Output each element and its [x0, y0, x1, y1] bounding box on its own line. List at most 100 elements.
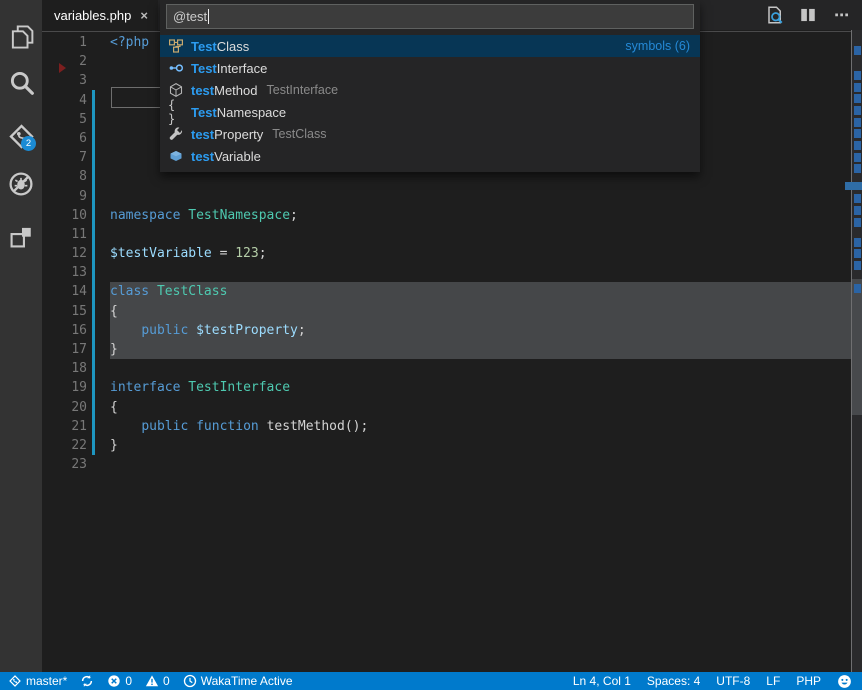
code-line-19[interactable]: 19interface TestInterface — [42, 378, 862, 397]
overview-ruler-selected-mark — [845, 182, 862, 190]
sync-icon — [80, 674, 94, 688]
quickopen-item-testnamespace[interactable]: { } TestNamespace — [160, 101, 700, 123]
code-line-17[interactable]: 17} — [42, 340, 862, 359]
close-icon[interactable]: × — [140, 9, 148, 22]
tab-variables-php[interactable]: variables.php × — [42, 0, 158, 30]
line-number: 7 — [42, 148, 87, 167]
line-number: 23 — [42, 455, 87, 474]
line-content — [87, 455, 110, 474]
code-line-13[interactable]: 13 — [42, 263, 862, 282]
symbol-method-icon — [168, 82, 184, 98]
split-editor-icon — [799, 6, 817, 24]
code-line-20[interactable]: 20{ — [42, 398, 862, 417]
quickopen-item-testinterface[interactable]: TestInterface — [160, 57, 700, 79]
line-number: 14 — [42, 282, 87, 301]
code-line-11[interactable]: 11 — [42, 225, 862, 244]
statusbar-warnings[interactable]: 0 — [145, 674, 170, 688]
line-number: 19 — [42, 378, 87, 397]
scm-pending-changes-badge: 2 — [21, 136, 36, 151]
line-content — [87, 263, 110, 282]
statusbar-indentation[interactable]: Spaces: 4 — [647, 674, 700, 688]
symbol-property-icon — [168, 126, 184, 142]
editor-actions: ⋯ — [762, 0, 858, 30]
split-editor-button[interactable] — [796, 3, 820, 27]
statusbar-git-branch[interactable]: master* — [8, 674, 67, 688]
overview-ruler-mark — [854, 129, 861, 138]
code-line-21[interactable]: 21 public function testMethod(); — [42, 417, 862, 436]
status-bar-left: master* 00 WakaTime Active — [0, 674, 293, 688]
symbol-name: testMethod — [191, 83, 258, 98]
explorer-icon — [8, 24, 34, 50]
status-bar: master* 00 WakaTime Active Ln 4, Col 1 Spac… — [0, 672, 862, 690]
quickopen-item-testmethod[interactable]: testMethodTestInterface — [160, 79, 700, 101]
statusbar-eol[interactable]: LF — [766, 674, 780, 688]
line-number: 15 — [42, 302, 87, 321]
code-line-22[interactable]: 22} — [42, 436, 862, 455]
overview-ruler-mark — [854, 106, 861, 115]
overview-ruler-mark — [854, 206, 861, 215]
code-line-10[interactable]: 10namespace TestNamespace; — [42, 206, 862, 225]
activitybar-item-extensions[interactable] — [0, 220, 42, 254]
statusbar-indentation-label: Spaces: 4 — [647, 674, 700, 688]
line-content: { — [87, 398, 118, 417]
quickopen-results-list: TestClasssymbols (6)TestInterfacetestMet… — [160, 35, 700, 167]
quick-open-widget: @test TestClasssymbols (6)TestInterfacet… — [160, 0, 700, 172]
symbol-name: TestNamespace — [191, 105, 286, 120]
statusbar-language-mode[interactable]: PHP — [796, 674, 821, 688]
activitybar-item-debug[interactable] — [0, 167, 42, 201]
text-cursor — [208, 9, 209, 24]
line-content: } — [87, 436, 118, 455]
activitybar-item-explorer[interactable] — [0, 20, 42, 54]
code-line-23[interactable]: 23 — [42, 455, 862, 474]
line-number: 12 — [42, 244, 87, 263]
line-content — [87, 148, 110, 167]
line-number: 21 — [42, 417, 87, 436]
wakatime-icon — [183, 674, 197, 688]
code-line-16[interactable]: 16 public $testProperty; — [42, 321, 862, 340]
quickopen-item-testvariable[interactable]: testVariable — [160, 145, 700, 167]
line-number: 11 — [42, 225, 87, 244]
quickopen-input[interactable]: @test — [166, 4, 694, 29]
line-number: 22 — [42, 436, 87, 455]
line-content — [87, 71, 110, 90]
line-number: 9 — [42, 187, 87, 206]
statusbar-sync[interactable] — [80, 674, 94, 688]
line-content: public function testMethod(); — [87, 417, 368, 436]
open-preview-button[interactable] — [762, 3, 786, 27]
statusbar-git-branch-label: master* — [26, 674, 67, 688]
line-content: { — [87, 302, 118, 321]
more-actions-button[interactable]: ⋯ — [830, 3, 854, 27]
statusbar-encoding-label: UTF-8 — [716, 674, 750, 688]
statusbar-language-mode-label: PHP — [796, 674, 821, 688]
statusbar-errors[interactable]: 0 — [107, 674, 132, 688]
overview-ruler-mark — [854, 164, 861, 173]
overview-ruler-mark — [854, 194, 861, 203]
symbol-name: testVariable — [191, 149, 261, 164]
tab-label: variables.php — [54, 8, 131, 23]
code-line-15[interactable]: 15{ — [42, 302, 862, 321]
scrollbar-slider[interactable] — [852, 279, 862, 415]
overview-ruler-mark — [854, 118, 861, 127]
code-line-14[interactable]: 14class TestClass — [42, 282, 862, 301]
line-number: 17 — [42, 340, 87, 359]
overview-ruler-mark — [854, 284, 861, 293]
activitybar-item-source-control[interactable]: 2 — [0, 119, 42, 153]
statusbar-encoding[interactable]: UTF-8 — [716, 674, 750, 688]
statusbar-feedback[interactable] — [837, 674, 852, 689]
overview-ruler-mark — [854, 261, 861, 270]
activitybar-item-search[interactable] — [0, 65, 42, 99]
statusbar-wakatime[interactable]: WakaTime Active — [183, 674, 293, 688]
statusbar-cursor-position[interactable]: Ln 4, Col 1 — [573, 674, 631, 688]
line-number: 4 — [42, 91, 87, 110]
namespace-icon: { } — [168, 104, 184, 120]
line-content — [87, 225, 110, 244]
line-number: 1 — [42, 33, 87, 52]
line-number: 6 — [42, 129, 87, 148]
code-line-18[interactable]: 18 — [42, 359, 862, 378]
code-line-9[interactable]: 9 — [42, 187, 862, 206]
quickopen-item-testproperty[interactable]: testPropertyTestClass — [160, 123, 700, 145]
line-number: 16 — [42, 321, 87, 340]
quickopen-item-testclass[interactable]: TestClasssymbols (6) — [160, 35, 700, 57]
code-line-12[interactable]: 12$testVariable = 123; — [42, 244, 862, 263]
search-icon — [8, 69, 35, 96]
